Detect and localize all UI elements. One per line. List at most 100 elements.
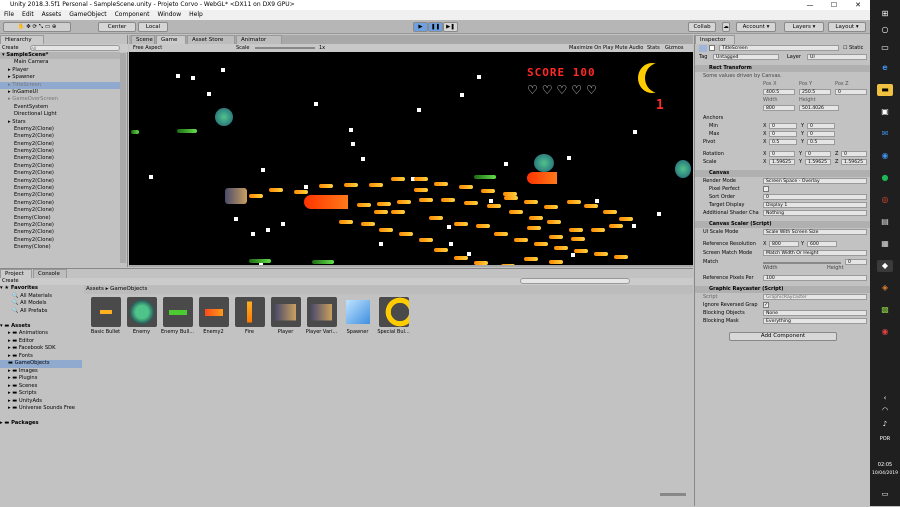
- volume-icon[interactable]: ♪: [877, 418, 893, 430]
- tab-console[interactable]: Console: [33, 269, 67, 278]
- pos-x-field[interactable]: 400.5: [763, 89, 795, 95]
- blocking-mask-dropdown[interactable]: Everything: [763, 318, 867, 324]
- width-field[interactable]: 800: [763, 105, 795, 111]
- file-explorer-icon[interactable]: ▬: [877, 84, 893, 96]
- pos-z-field[interactable]: 0: [835, 89, 867, 95]
- match-slider[interactable]: [763, 262, 841, 264]
- menu-help[interactable]: Help: [185, 10, 207, 20]
- aspect-dropdown[interactable]: Free Aspect: [133, 44, 162, 52]
- target-display-dropdown[interactable]: Display 1: [763, 202, 867, 208]
- shader-channels-dropdown[interactable]: Nothing: [763, 210, 867, 216]
- hierarchy-item[interactable]: Enemy2(Clone): [0, 185, 120, 192]
- folder-item[interactable]: ▸ ▬ Universe Sounds Free: [0, 405, 82, 413]
- ignore-reversed-checkbox[interactable]: ✓: [763, 302, 769, 308]
- play-button[interactable]: ▶: [413, 22, 428, 32]
- hierarchy-item[interactable]: Enemy2(Clone): [0, 237, 120, 244]
- hierarchy-item[interactable]: Enemy2(Clone): [0, 141, 120, 148]
- store-icon[interactable]: ▣: [877, 106, 893, 118]
- favorite-item[interactable]: 🔍 All Prefabs: [0, 308, 82, 316]
- tab-hierarchy[interactable]: Hierarchy: [0, 35, 44, 44]
- pos-y-field[interactable]: 250.5: [799, 89, 831, 95]
- gizmos-dropdown[interactable]: Gizmos: [665, 44, 683, 52]
- rot-y[interactable]: 0: [805, 151, 831, 157]
- anchor-max-x[interactable]: 0: [769, 131, 797, 137]
- hierarchy-item[interactable]: ▸ Player: [0, 67, 120, 74]
- hierarchy-item[interactable]: Enemy(Clone): [0, 244, 120, 251]
- assets-node[interactable]: ▾ ▬ Assets: [0, 323, 82, 331]
- scale-z[interactable]: 1.59625: [841, 159, 867, 165]
- hierarchy-item[interactable]: ▸ Stars: [0, 119, 120, 126]
- breadcrumb-gameobjects[interactable]: GameObjects: [110, 286, 147, 292]
- layout-dropdown[interactable]: Layout ▾: [828, 22, 866, 32]
- ref-ppu-field[interactable]: 100: [763, 275, 867, 281]
- asset-item[interactable]: Enemy: [124, 297, 159, 341]
- mute-audio-toggle[interactable]: Mute Audio: [615, 44, 643, 52]
- canvas-header[interactable]: Canvas: [695, 170, 871, 177]
- asset-item[interactable]: Basic Bullet: [88, 297, 123, 341]
- hierarchy-item[interactable]: Enemy2(Clone): [0, 222, 120, 229]
- hierarchy-item[interactable]: Enemy2(Clone): [0, 163, 120, 170]
- canvas-scaler-header[interactable]: Canvas Scaler (Script): [695, 221, 871, 228]
- hierarchy-item[interactable]: Enemy2(Clone): [0, 148, 120, 155]
- menu-window[interactable]: Window: [153, 10, 185, 20]
- pixel-perfect-checkbox[interactable]: [763, 186, 769, 192]
- folder-item[interactable]: ▸ ▬ Editor: [0, 338, 82, 346]
- app-icon[interactable]: ◉: [877, 326, 893, 338]
- tray-expand-icon[interactable]: ‹: [877, 392, 893, 404]
- match-mode-dropdown[interactable]: Match Width Or Height: [763, 250, 867, 256]
- rect-transform-header[interactable]: Rect Transform: [695, 65, 871, 72]
- collab-dropdown[interactable]: Collab: [688, 22, 716, 32]
- hierarchy-item[interactable]: Enemy2(Clone): [0, 178, 120, 185]
- ref-res-x[interactable]: 800: [769, 241, 799, 247]
- tab-inspector[interactable]: Inspector: [695, 35, 735, 44]
- folder-item[interactable]: ▬ GameObjects: [0, 360, 82, 368]
- asset-item[interactable]: Fire: [232, 297, 267, 341]
- height-field[interactable]: 501.4026: [799, 105, 839, 111]
- spotify-icon[interactable]: ●: [877, 172, 893, 184]
- hierarchy-item[interactable]: Enemy2(Clone): [0, 200, 120, 207]
- chrome-icon[interactable]: ◎: [877, 194, 893, 206]
- hierarchy-item[interactable]: Directional Light: [0, 111, 120, 118]
- folder-item[interactable]: ▸ ▬ Fonts: [0, 353, 82, 361]
- folder-item[interactable]: ▸ ▬ Images: [0, 368, 82, 376]
- input-language[interactable]: POR: [870, 436, 900, 442]
- tab-scene[interactable]: Scene: [131, 35, 155, 44]
- hierarchy-item[interactable]: Enemy2(Clone): [0, 192, 120, 199]
- thumbnail-size-slider[interactable]: [660, 493, 686, 496]
- scale-slider[interactable]: [255, 47, 315, 49]
- unity-icon[interactable]: ◆: [877, 260, 893, 272]
- hierarchy-item[interactable]: Enemy(Clone): [0, 215, 120, 222]
- project-create-dropdown[interactable]: Create: [2, 278, 19, 285]
- minimize-button[interactable]: —: [800, 0, 820, 10]
- pivot-y[interactable]: 0.5: [807, 139, 835, 145]
- layer-dropdown[interactable]: UI: [807, 54, 867, 60]
- hierarchy-item[interactable]: Enemy2(Clone): [0, 207, 120, 214]
- close-button[interactable]: ✕: [848, 0, 868, 10]
- menu-assets[interactable]: Assets: [38, 10, 66, 20]
- favorite-item[interactable]: 🔍 All Materials: [0, 293, 82, 301]
- tab-animator[interactable]: Animator: [236, 35, 282, 44]
- sort-order-field[interactable]: 0: [763, 194, 867, 200]
- windows-app-icon[interactable]: ▦: [877, 238, 893, 250]
- hierarchy-item[interactable]: ▸ TitleScreen: [0, 81, 120, 89]
- folder-item[interactable]: ▸ ▬ Animations: [0, 330, 82, 338]
- scale-y[interactable]: 1.59625: [805, 159, 831, 165]
- folder-item[interactable]: ▸ ▬ Scripts: [0, 390, 82, 398]
- stats-toggle[interactable]: Stats: [647, 44, 660, 52]
- blocking-objects-dropdown[interactable]: None: [763, 310, 867, 316]
- browser-icon[interactable]: ◉: [877, 150, 893, 162]
- hierarchy-item[interactable]: ▸ Spawner: [0, 74, 120, 81]
- clock-date[interactable]: 10/04/2019: [870, 471, 900, 476]
- render-mode-dropdown[interactable]: Screen Space - Overlay: [763, 178, 867, 184]
- tab-project[interactable]: Project: [0, 269, 32, 278]
- static-checkbox[interactable]: ☐ Static: [843, 45, 863, 52]
- menu-gameobject[interactable]: GameObject: [65, 10, 110, 20]
- anchor-min-y[interactable]: 0: [807, 123, 835, 129]
- hierarchy-item[interactable]: Enemy2(Clone): [0, 155, 120, 162]
- windows-start-icon[interactable]: ⊞: [877, 8, 893, 20]
- folder-item[interactable]: ▸ ▬ Plugins: [0, 375, 82, 383]
- account-dropdown[interactable]: Account ▾: [736, 22, 776, 32]
- cloud-icon[interactable]: ☁: [722, 22, 730, 32]
- hierarchy-item[interactable]: Enemy2(Clone): [0, 229, 120, 236]
- maximize-button[interactable]: ☐: [824, 0, 844, 10]
